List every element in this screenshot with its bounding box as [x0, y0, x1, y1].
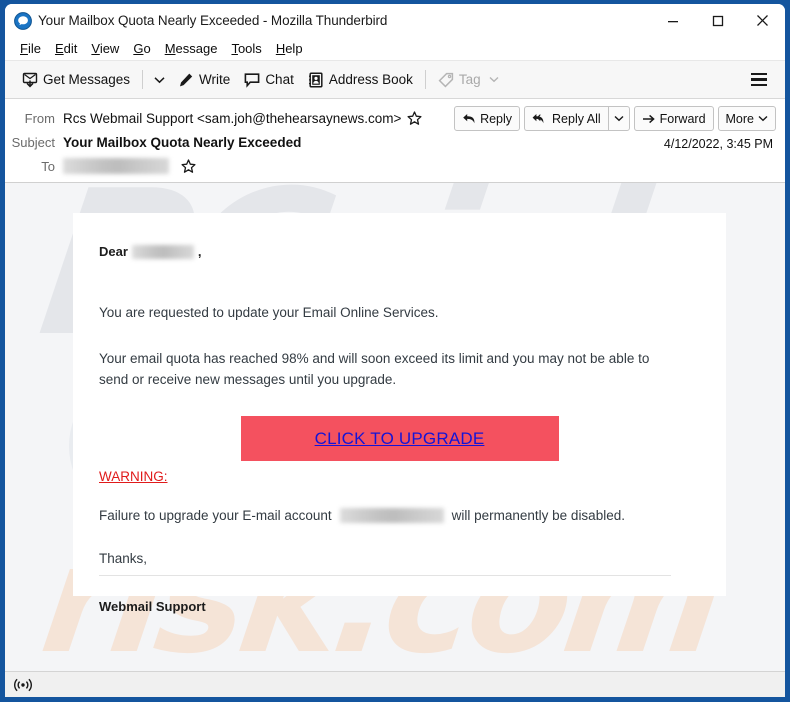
hamburger-icon-line-1 — [751, 72, 767, 76]
message-header: From Rcs Webmail Support <sam.joh@thehea… — [5, 99, 785, 183]
chat-label: Chat — [265, 72, 294, 87]
maximize-icon[interactable] — [695, 4, 740, 37]
message-date: 4/12/2022, 3:45 PM — [663, 137, 773, 151]
address-book-icon — [308, 72, 324, 88]
email-content-card: Dear , You are requested to update your … — [73, 213, 726, 614]
menu-item-view[interactable]: View — [84, 39, 126, 58]
star-icon-from[interactable] — [407, 110, 422, 126]
more-label: More — [725, 111, 754, 126]
email-warning-label: WARNING: — [99, 469, 168, 484]
title-bar: Your Mailbox Quota Nearly Exceeded - Moz… — [5, 4, 785, 37]
email-greeting: Dear , — [99, 244, 700, 259]
more-button[interactable]: More — [717, 106, 776, 131]
subject-value: Your Mailbox Quota Nearly Exceeded — [63, 134, 302, 150]
greeting-name-redacted — [131, 244, 194, 259]
application-window: Your Mailbox Quota Nearly Exceeded - Moz… — [0, 0, 790, 702]
main-toolbar: Get Messages Write Chat Address Book Tag — [5, 61, 785, 99]
status-bar — [5, 671, 785, 697]
chevron-down-icon-reply — [614, 115, 624, 122]
menu-bar: File Edit View Go Message Tools Help — [5, 37, 785, 61]
email-paragraph-1: You are requested to update your Email O… — [99, 305, 439, 320]
menu-item-tools[interactable]: Tools — [224, 39, 268, 58]
reply-label: Reply — [480, 111, 513, 126]
tag-label: Tag — [458, 72, 481, 87]
window-controls — [650, 4, 785, 37]
menu-item-edit[interactable]: Edit — [48, 39, 84, 58]
failure-suffix: will permanently be disabled. — [451, 508, 625, 523]
download-mail-icon — [22, 72, 38, 88]
hamburger-icon-line-3 — [751, 83, 767, 87]
email-failure-line: Failure to upgrade your E-mail account w… — [99, 505, 700, 526]
from-value-group: Rcs Webmail Support <sam.joh@thehearsayn… — [63, 111, 422, 126]
thunderbird-icon — [14, 11, 32, 30]
reply-button[interactable]: Reply — [454, 106, 521, 131]
address-book-button[interactable]: Address Book — [301, 68, 420, 92]
menu-item-file[interactable]: File — [13, 39, 48, 58]
reply-all-button[interactable]: Reply All — [524, 106, 608, 131]
reply-all-dropdown[interactable] — [607, 106, 630, 131]
chevron-down-icon-more — [758, 115, 768, 122]
write-label: Write — [199, 72, 231, 87]
greeting-suffix: , — [197, 244, 202, 259]
window-title: Your Mailbox Quota Nearly Exceeded - Moz… — [38, 13, 388, 28]
reply-all-label: Reply All — [552, 111, 601, 126]
forward-button[interactable]: Forward — [633, 106, 714, 131]
email-paragraph-2: Your email quota has reached 98% and wil… — [99, 351, 650, 387]
chat-button[interactable]: Chat — [237, 68, 301, 92]
forward-arrow-icon — [642, 113, 656, 125]
greeting-prefix: Dear — [99, 244, 128, 259]
toolbar-separator-2 — [424, 70, 426, 89]
chevron-down-icon — [489, 76, 499, 83]
forward-label: Forward — [659, 111, 706, 126]
upgrade-cta-link[interactable]: CLICK TO UPGRADE — [315, 429, 485, 449]
message-body-viewport: PCrisk risk.com Dear , You are requested… — [5, 183, 785, 671]
minimize-icon[interactable] — [650, 4, 695, 37]
chat-bubble-icon — [244, 72, 260, 88]
get-messages-label: Get Messages — [43, 72, 131, 87]
broadcast-icon[interactable] — [14, 678, 32, 692]
star-icon-to[interactable] — [181, 158, 196, 174]
toolbar-separator — [142, 70, 144, 89]
email-closing: Thanks, — [99, 548, 671, 576]
to-value-group — [63, 158, 196, 174]
subject-label: Subject — [11, 134, 55, 150]
address-book-label: Address Book — [328, 72, 413, 87]
tag-button[interactable]: Tag — [431, 68, 506, 92]
menu-item-help[interactable]: Help — [269, 39, 310, 58]
to-row: To — [5, 154, 785, 178]
menu-item-message[interactable]: Message — [158, 39, 225, 58]
pencil-icon — [178, 72, 194, 88]
tag-icon — [438, 72, 454, 88]
close-icon[interactable] — [740, 4, 785, 37]
message-actions: Reply Reply All Forward More — [454, 106, 776, 131]
window-inner: Your Mailbox Quota Nearly Exceeded - Moz… — [5, 4, 785, 697]
email-signature: Webmail Support — [99, 599, 206, 614]
hamburger-icon-line-2 — [751, 78, 767, 81]
get-messages-dropdown[interactable] — [148, 72, 171, 88]
upgrade-cta-button[interactable]: CLICK TO UPGRADE — [240, 416, 559, 461]
to-label: To — [41, 158, 55, 174]
failure-prefix: Failure to upgrade your E-mail account — [99, 508, 332, 523]
cta-wrapper: CLICK TO UPGRADE — [99, 416, 700, 461]
reply-all-group: Reply All — [524, 106, 630, 131]
failure-account-redacted — [339, 508, 444, 523]
reply-all-arrow-icon — [532, 113, 548, 125]
write-button[interactable]: Write — [171, 68, 237, 92]
to-value-redacted — [63, 158, 169, 174]
menu-item-go[interactable]: Go — [126, 39, 157, 58]
reply-arrow-icon — [462, 113, 476, 125]
app-menu-button[interactable] — [745, 67, 773, 93]
from-value[interactable]: Rcs Webmail Support <sam.joh@thehearsayn… — [63, 111, 401, 126]
from-label: From — [24, 110, 55, 126]
get-messages-button[interactable]: Get Messages — [15, 68, 137, 92]
